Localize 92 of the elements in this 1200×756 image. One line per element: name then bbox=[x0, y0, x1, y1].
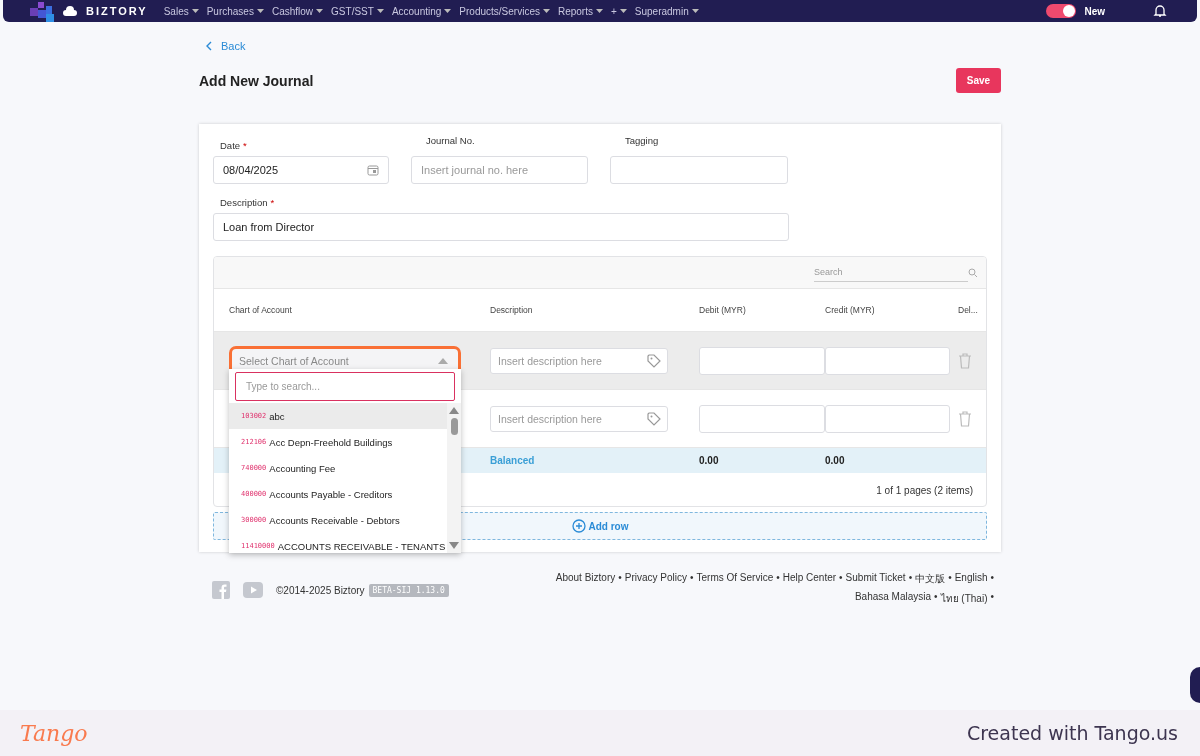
separator-dot: • bbox=[948, 572, 952, 585]
field-label: Tagging bbox=[625, 135, 659, 146]
trash-icon bbox=[958, 352, 972, 369]
version-badge: BETA-SIJ 1.13.0 bbox=[368, 583, 449, 597]
credit-field[interactable] bbox=[825, 346, 950, 375]
arrow-down-icon bbox=[449, 542, 459, 549]
toggle-label: New bbox=[1084, 5, 1105, 17]
caret-icon bbox=[376, 8, 384, 14]
tagging-field[interactable] bbox=[610, 156, 788, 184]
field-label: Journal No. bbox=[426, 135, 475, 146]
credit-field[interactable] bbox=[825, 404, 950, 433]
debit-total: 0.00 bbox=[699, 455, 720, 466]
separator-dot: • bbox=[934, 591, 938, 604]
nav-menu-item[interactable]: Reports bbox=[557, 5, 603, 17]
separator-dot: • bbox=[839, 572, 843, 585]
nav-menu-item[interactable]: Accounting bbox=[391, 5, 452, 17]
balance-status: Balanced bbox=[490, 455, 536, 466]
required-mark: * bbox=[270, 197, 275, 208]
footer-link[interactable]: Bahasa Malaysia bbox=[854, 591, 932, 606]
tango-logo: Tango bbox=[20, 720, 88, 746]
footer-link[interactable]: About Biztory bbox=[555, 572, 616, 586]
nav-menu-item[interactable]: Cashflow bbox=[271, 5, 324, 17]
tag-icon bbox=[647, 411, 661, 426]
journal-number-field[interactable]: Insert journal no. here bbox=[411, 156, 588, 184]
calendar-icon bbox=[367, 164, 379, 176]
footer-link[interactable]: Privacy Policy bbox=[624, 572, 687, 586]
toggle-switch[interactable] bbox=[1046, 4, 1077, 18]
facebook-icon bbox=[212, 581, 230, 599]
caret-icon bbox=[256, 8, 264, 14]
back-link[interactable]: Back bbox=[205, 40, 246, 52]
logo-mosaic-icon bbox=[30, 2, 54, 22]
debit-field[interactable] bbox=[699, 404, 825, 433]
tag-icon bbox=[647, 353, 661, 368]
arrow-up-icon bbox=[449, 407, 459, 414]
separator-dot: • bbox=[990, 591, 994, 604]
separator-dot: • bbox=[990, 572, 994, 585]
footer-link[interactable]: Submit Ticket bbox=[845, 572, 906, 586]
pagination-info: 1 of 1 pages (2 items) bbox=[876, 485, 973, 496]
footer-link[interactable]: ไทย (Thai) bbox=[940, 591, 988, 606]
description-field[interactable]: Insert description here bbox=[490, 405, 668, 432]
field-label: Description bbox=[220, 197, 268, 208]
footer-link[interactable]: English bbox=[954, 572, 988, 586]
column-header: Description bbox=[490, 305, 534, 315]
required-mark: * bbox=[243, 140, 247, 151]
column-header: Del... bbox=[957, 305, 979, 315]
nav-menu-item[interactable]: Products/Services bbox=[459, 5, 550, 17]
chat-button[interactable] bbox=[1190, 667, 1200, 703]
search-field[interactable]: Search bbox=[814, 263, 968, 282]
page-title: Add New Journal bbox=[199, 72, 314, 89]
scrollbar-thumb[interactable] bbox=[450, 418, 458, 435]
debit-field[interactable] bbox=[699, 346, 825, 375]
credit-total: 0.00 bbox=[825, 455, 846, 466]
caret-icon bbox=[691, 8, 699, 14]
caret-up-icon bbox=[438, 357, 448, 364]
separator-dot: • bbox=[776, 572, 780, 585]
caret-icon bbox=[444, 8, 452, 14]
date-field[interactable]: 08/04/2025 bbox=[213, 156, 389, 184]
footer-link[interactable]: 中文版 bbox=[915, 572, 946, 586]
separator-dot: • bbox=[618, 572, 622, 585]
trash-icon bbox=[958, 410, 972, 427]
description-field[interactable]: Loan from Director bbox=[213, 213, 789, 241]
caret-icon bbox=[191, 8, 199, 14]
scrollbar[interactable] bbox=[447, 403, 461, 553]
copyright-text: ©2014-2025 Biztory bbox=[276, 584, 365, 596]
footer-link[interactable]: Help Center bbox=[782, 572, 837, 586]
separator-dot: • bbox=[908, 572, 913, 585]
description-field[interactable]: Insert description here bbox=[490, 347, 668, 374]
cloud-icon bbox=[62, 5, 78, 17]
column-header: Chart of Account bbox=[229, 305, 293, 315]
save-button[interactable]: Save bbox=[956, 68, 1001, 93]
caret-icon bbox=[316, 8, 324, 14]
nav-menu-item[interactable]: Purchases bbox=[206, 5, 264, 17]
field-label: Date bbox=[220, 140, 241, 151]
nav-menu-item[interactable]: Sales bbox=[163, 5, 199, 17]
column-header: Credit (MYR) bbox=[825, 305, 876, 315]
chevron-left-icon bbox=[205, 41, 213, 51]
brand-name: BIZTORY bbox=[86, 5, 148, 17]
footer-link[interactable]: Terms Of Service bbox=[696, 572, 774, 586]
video-play-icon bbox=[243, 582, 263, 598]
caret-icon bbox=[542, 8, 550, 14]
created-with-text: Created with Tango.us bbox=[966, 722, 1178, 744]
nav-menu-item[interactable]: + bbox=[610, 5, 627, 17]
nav-menu-item[interactable]: GST/SST bbox=[331, 5, 384, 17]
plus-circle-icon bbox=[571, 519, 586, 533]
caret-icon bbox=[619, 8, 627, 14]
caret-icon bbox=[595, 8, 603, 14]
column-header: Debit (MYR) bbox=[699, 305, 747, 315]
search-field[interactable]: Type to search... bbox=[235, 372, 455, 401]
bell-icon bbox=[1153, 4, 1167, 18]
search-icon bbox=[968, 267, 978, 278]
nav-menu-item[interactable]: Superadmin bbox=[634, 5, 699, 17]
separator-dot: • bbox=[690, 572, 694, 585]
